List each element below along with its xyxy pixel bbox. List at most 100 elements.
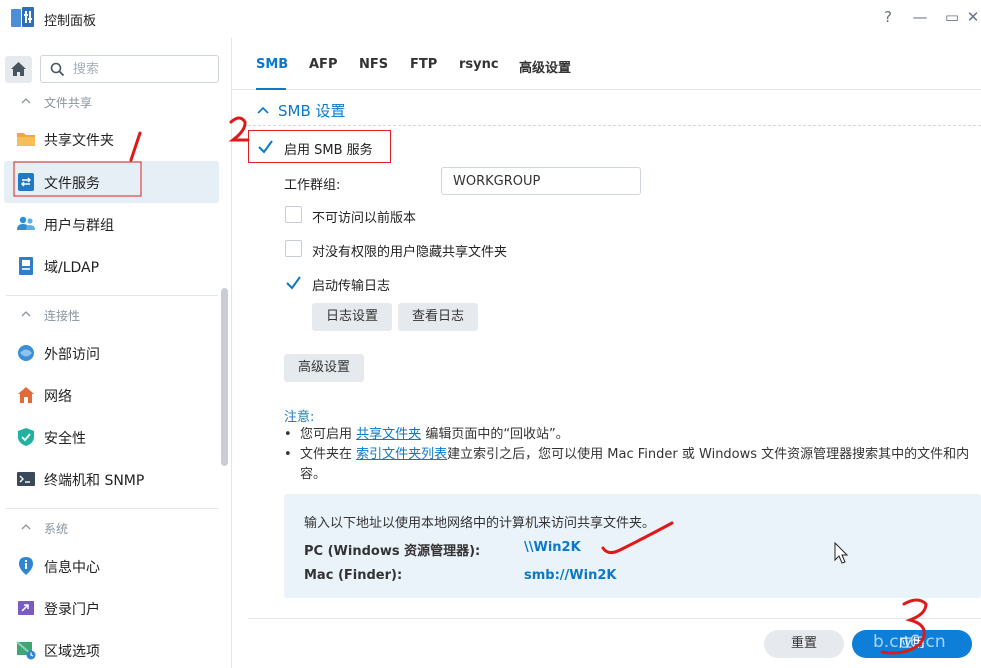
note-item: • 文件夹在 索引文件夹列表建立索引之后，您可以使用 Mac Finder 或 … bbox=[284, 445, 974, 485]
enable-smb-checkbox[interactable] bbox=[257, 138, 274, 155]
sidebar: 文件共享 共享文件夹 文件服务 用户与群组 域/LDAP bbox=[0, 38, 232, 668]
enable-smb-label: 启用 SMB 服务 bbox=[284, 143, 373, 158]
advanced-settings-button[interactable]: 高级设置 bbox=[284, 354, 364, 382]
footer-divider bbox=[248, 618, 981, 619]
annotation-mark-2 bbox=[228, 116, 250, 142]
terminal-icon bbox=[17, 472, 35, 486]
sidebar-item-label: 用户与群组 bbox=[44, 218, 114, 234]
tab-rsync[interactable]: rsync bbox=[459, 57, 499, 72]
security-shield-icon bbox=[18, 428, 34, 446]
section-header-system[interactable]: 系统 bbox=[0, 517, 220, 541]
regional-options-icon bbox=[16, 641, 36, 660]
hide-shares-label: 对没有权限的用户隐藏共享文件夹 bbox=[312, 245, 508, 260]
transfer-log-checkbox[interactable] bbox=[285, 274, 302, 291]
note-title: 注意: bbox=[284, 410, 315, 425]
chevron-up-icon bbox=[21, 98, 31, 104]
sidebar-item-regional-options[interactable]: 区域选项 bbox=[4, 629, 219, 668]
tab-smb[interactable]: SMB bbox=[256, 57, 288, 72]
workgroup-input[interactable] bbox=[441, 167, 641, 195]
prev-versions-label: 不可访问以前版本 bbox=[312, 211, 417, 226]
note-item: • 您可启用 共享文件夹 编辑页面中的“回收站”。 bbox=[284, 425, 974, 445]
bullet: • bbox=[284, 447, 292, 462]
sidebar-item-label: 共享文件夹 bbox=[44, 133, 114, 149]
prev-versions-checkbox[interactable] bbox=[285, 206, 302, 223]
login-portal-icon bbox=[18, 601, 34, 615]
sidebar-item-domain-ldap[interactable]: 域/LDAP bbox=[4, 245, 219, 287]
sidebar-item-info-center[interactable]: 信息中心 bbox=[4, 545, 219, 587]
user-group-icon bbox=[17, 216, 35, 230]
file-services-icon bbox=[18, 173, 34, 191]
window-title: 控制面板 bbox=[44, 14, 97, 29]
maximize-icon[interactable]: ▭ bbox=[942, 8, 962, 26]
mac-address: smb://Win2K bbox=[524, 568, 617, 583]
section-label: 连接性 bbox=[44, 309, 81, 323]
sidebar-item-security[interactable]: 安全性 bbox=[4, 416, 219, 458]
sidebar-item-login-portal[interactable]: 登录门户 bbox=[4, 587, 219, 629]
tab-bar: SMB AFP NFS FTP rsync 高级设置 bbox=[232, 38, 981, 90]
sidebar-item-label: 区域选项 bbox=[44, 644, 100, 660]
shared-folder-link[interactable]: 共享文件夹 bbox=[356, 427, 421, 442]
sidebar-item-external-access[interactable]: 外部访问 bbox=[4, 332, 219, 374]
reset-button[interactable]: 重置 bbox=[764, 630, 844, 658]
note-text: 您可启用 共享文件夹 编辑页面中的“回收站”。 bbox=[300, 427, 569, 442]
section-divider bbox=[6, 508, 218, 509]
help-icon[interactable]: ? bbox=[878, 8, 898, 26]
sidebar-item-label: 外部访问 bbox=[44, 347, 100, 363]
search-input[interactable] bbox=[73, 60, 213, 78]
section-label: 文件共享 bbox=[44, 96, 93, 110]
sidebar-item-label: 域/LDAP bbox=[44, 260, 100, 276]
search-icon bbox=[50, 62, 65, 77]
sidebar-scrollbar[interactable] bbox=[221, 288, 228, 466]
minimize-icon[interactable]: — bbox=[910, 8, 930, 26]
sidebar-item-label: 网络 bbox=[44, 389, 72, 405]
view-log-button[interactable]: 查看日志 bbox=[398, 303, 478, 331]
sidebar-item-label: 登录门户 bbox=[44, 602, 100, 618]
section-divider bbox=[248, 125, 981, 126]
tab-ftp[interactable]: FTP bbox=[410, 57, 437, 72]
sidebar-item-file-services[interactable]: 文件服务 bbox=[4, 161, 219, 203]
tab-afp[interactable]: AFP bbox=[309, 57, 337, 72]
log-settings-button[interactable]: 日志设置 bbox=[312, 303, 392, 331]
index-folder-list-link[interactable]: 索引文件夹列表 bbox=[356, 447, 447, 462]
sidebar-item-label: 终端机和 SNMP bbox=[44, 473, 145, 489]
search-box[interactable] bbox=[40, 55, 219, 83]
sidebar-item-terminal-snmp[interactable]: 终端机和 SNMP bbox=[4, 458, 219, 500]
tab-nfs[interactable]: NFS bbox=[359, 57, 388, 72]
sidebar-item-label: 文件服务 bbox=[44, 176, 100, 192]
section-divider bbox=[6, 295, 218, 296]
pc-label: PC (Windows 资源管理器): bbox=[304, 544, 481, 559]
watermark: b.cn6.cn bbox=[873, 632, 946, 652]
title-bar: 控制面板 ? — ▭ ✕ bbox=[0, 0, 981, 38]
sidebar-item-user-group[interactable]: 用户与群组 bbox=[4, 203, 219, 245]
section-label: 系统 bbox=[44, 522, 69, 536]
access-info-panel: 输入以下地址以使用本地网络中的计算机来访问共享文件夹。 PC (Windows … bbox=[284, 494, 981, 598]
sidebar-item-label: 安全性 bbox=[44, 431, 86, 447]
active-tab-indicator bbox=[256, 88, 286, 90]
transfer-log-label: 启动传输日志 bbox=[312, 279, 391, 294]
info-center-icon bbox=[19, 557, 33, 575]
home-icon bbox=[11, 62, 26, 76]
note-text: 文件夹在 索引文件夹列表建立索引之后，您可以使用 Mac Finder 或 Wi… bbox=[300, 447, 970, 482]
close-icon[interactable]: ✕ bbox=[963, 8, 981, 26]
control-panel-app-icon bbox=[11, 7, 34, 27]
shared-folder-icon bbox=[17, 133, 35, 146]
chevron-up-icon bbox=[21, 524, 31, 530]
domain-ldap-icon bbox=[19, 257, 33, 275]
access-intro: 输入以下地址以使用本地网络中的计算机来访问共享文件夹。 bbox=[304, 516, 656, 531]
section-title-label: SMB 设置 bbox=[278, 102, 346, 120]
section-header-connectivity[interactable]: 连接性 bbox=[0, 304, 220, 328]
chevron-up-icon bbox=[21, 311, 31, 317]
sidebar-item-network[interactable]: 网络 bbox=[4, 374, 219, 416]
home-button[interactable] bbox=[5, 56, 32, 83]
hide-shares-checkbox[interactable] bbox=[285, 240, 302, 257]
sidebar-item-shared-folder[interactable]: 共享文件夹 bbox=[4, 118, 219, 160]
workgroup-label: 工作群组: bbox=[284, 178, 341, 193]
bullet: • bbox=[284, 427, 292, 442]
smb-settings-header[interactable]: SMB 设置 bbox=[256, 100, 346, 121]
mac-label: Mac (Finder): bbox=[304, 568, 403, 583]
tab-advanced-settings[interactable]: 高级设置 bbox=[519, 57, 571, 76]
section-header-file-sharing[interactable]: 文件共享 bbox=[0, 91, 220, 115]
external-access-icon bbox=[18, 345, 34, 361]
sidebar-item-label: 信息中心 bbox=[44, 560, 100, 576]
pc-address: \\Win2K bbox=[524, 540, 581, 555]
